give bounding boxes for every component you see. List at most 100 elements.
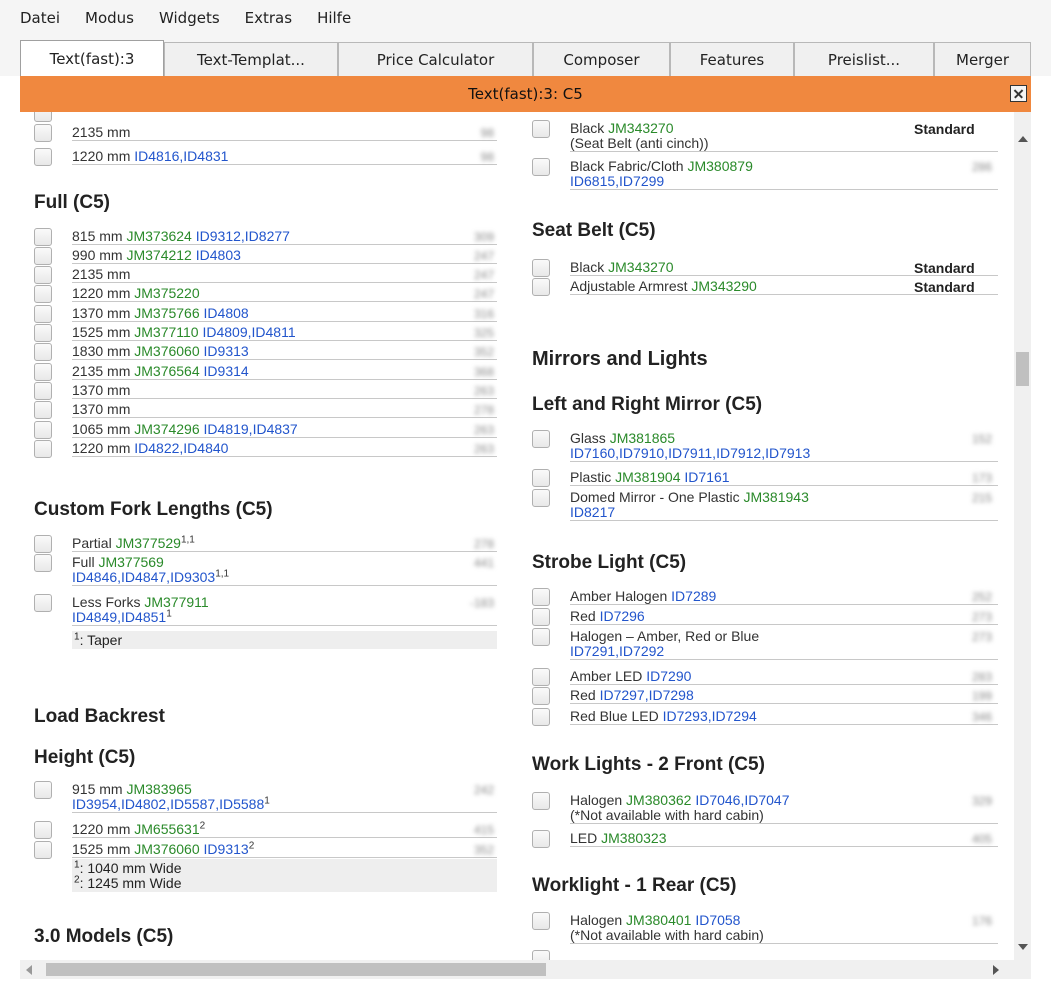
option-checkbox[interactable] [532,668,550,686]
scroll-left-icon[interactable] [26,965,32,975]
tab-merger[interactable]: Merger [934,42,1031,76]
option-checkbox[interactable] [532,687,550,705]
id-link[interactable]: ID6815,ID7299 [570,173,664,189]
row-text: Halogen [570,792,627,808]
option-checkbox[interactable] [34,266,52,284]
id-link[interactable]: ID4803 [192,247,241,263]
vertical-scroll-thumb[interactable] [1016,352,1029,386]
horizontal-scrollbar[interactable] [20,960,1014,979]
option-checkbox[interactable] [34,594,52,612]
option-checkbox[interactable] [532,912,550,930]
tab-text-fast[interactable]: Text(fast):3 [20,40,164,76]
option-checkbox[interactable] [34,148,52,166]
tab-preisliste[interactable]: Preislist... [794,42,934,76]
option-checkbox[interactable] [34,535,52,553]
scroll-down-icon[interactable] [1018,944,1028,950]
id-link[interactable]: ID7046,ID7047 [691,792,789,808]
id-link[interactable]: ID4822,ID4840 [134,440,228,456]
option-checkbox[interactable] [34,841,52,859]
id-link[interactable]: ID8217 [570,504,615,520]
section-title: Load Backrest [34,706,165,727]
horizontal-scroll-thumb[interactable] [46,963,546,976]
price-value: 247 [473,287,494,301]
menu-datei[interactable]: Datei [20,9,60,27]
id-link[interactable]: ID9314 [200,363,249,379]
option-checkbox[interactable] [34,821,52,839]
menu-widgets[interactable]: Widgets [159,9,220,27]
id-link[interactable]: ID7161 [681,469,729,485]
tab-composer[interactable]: Composer [533,42,670,76]
row-text: 1370 mm [72,382,131,398]
id-link[interactable]: ID4808 [200,305,249,321]
id-link[interactable]: ID9313 [200,841,249,857]
option-checkbox[interactable] [532,120,550,138]
option-checkbox[interactable] [34,324,52,342]
scroll-up-icon[interactable] [1018,136,1028,142]
part-number: JM376564 [134,363,200,379]
id-link[interactable]: ID7058 [691,912,740,928]
row-line: 1220 mm JM375220 [72,286,497,301]
id-link[interactable]: ID7293,ID7294 [663,708,757,724]
id-link[interactable]: ID3954,ID4802,ID5587,ID5588 [72,796,264,812]
id-link[interactable]: ID4816,ID4831 [134,148,228,164]
option-checkbox[interactable] [532,430,550,448]
option-checkbox[interactable] [532,792,550,810]
option-checkbox[interactable] [532,708,550,726]
id-link[interactable]: ID4809,ID4811 [199,324,295,340]
row-line: ID4849,ID48511 [72,609,497,625]
row-line: 1525 mm JM376060 ID93132 [72,841,497,857]
option-checkbox[interactable] [34,421,52,439]
option-checkbox[interactable] [532,608,550,626]
close-icon[interactable] [1010,85,1027,102]
option-checkbox[interactable] [34,781,52,799]
row-line: 1220 mm JM6556312 [72,821,497,837]
price-value: 415 [473,823,494,837]
menu-extras[interactable]: Extras [245,9,292,27]
id-link[interactable]: ID7289 [671,588,716,604]
option-checkbox[interactable] [532,489,550,507]
option-checkbox[interactable] [34,363,52,381]
id-link[interactable]: ID9313 [200,343,249,359]
menu-hilfe[interactable]: Hilfe [317,9,351,27]
option-checkbox[interactable] [532,259,550,277]
option-checkbox[interactable] [34,247,52,265]
part-number: JM381904 [615,469,681,485]
id-link[interactable]: ID7296 [600,608,645,624]
tab-features[interactable]: Features [670,42,794,76]
menu-modus[interactable]: Modus [85,9,134,27]
vertical-scrollbar[interactable] [1014,112,1031,960]
option-checkbox[interactable] [34,440,52,458]
option-checkbox[interactable] [34,112,52,122]
id-link[interactable]: ID4846,ID4847,ID9303 [72,569,215,585]
id-link[interactable]: ID9312,ID8277 [192,228,290,244]
option-checkbox[interactable] [532,278,550,296]
price-value: 352 [473,345,494,359]
option-checkbox[interactable] [34,343,52,361]
option-checkbox[interactable] [34,401,52,419]
option-checkbox[interactable] [532,628,550,646]
footnote: 1: 1040 mm Wide [74,860,497,876]
option-checkbox[interactable] [532,950,550,960]
id-link[interactable]: ID7297,ID7298 [600,687,694,703]
option-checkbox[interactable] [532,158,550,176]
tab-price-calculator[interactable]: Price Calculator [338,42,533,76]
option-checkbox[interactable] [532,469,550,487]
option-checkbox[interactable] [34,285,52,303]
option-checkbox[interactable] [34,228,52,246]
option-row: 815 mm JM373624 ID9312,ID8277 [72,229,497,245]
id-link[interactable]: ID4819,ID4837 [200,421,298,437]
option-checkbox[interactable] [34,124,52,142]
option-checkbox[interactable] [532,588,550,606]
scroll-right-icon[interactable] [993,965,999,975]
row-text: 990 mm [72,247,127,263]
option-checkbox[interactable] [34,305,52,323]
option-checkbox[interactable] [34,382,52,400]
id-link[interactable]: ID7160,ID7910,ID7911,ID7912,ID7913 [570,445,810,461]
id-link[interactable]: ID4849,ID4851 [72,609,166,625]
option-checkbox[interactable] [34,554,52,572]
tab-text-template[interactable]: Text-Templat... [164,42,338,76]
row-text: Amber LED [570,668,647,684]
id-link[interactable]: ID7291,ID7292 [570,643,664,659]
id-link[interactable]: ID7290 [646,668,691,684]
option-checkbox[interactable] [532,830,550,848]
